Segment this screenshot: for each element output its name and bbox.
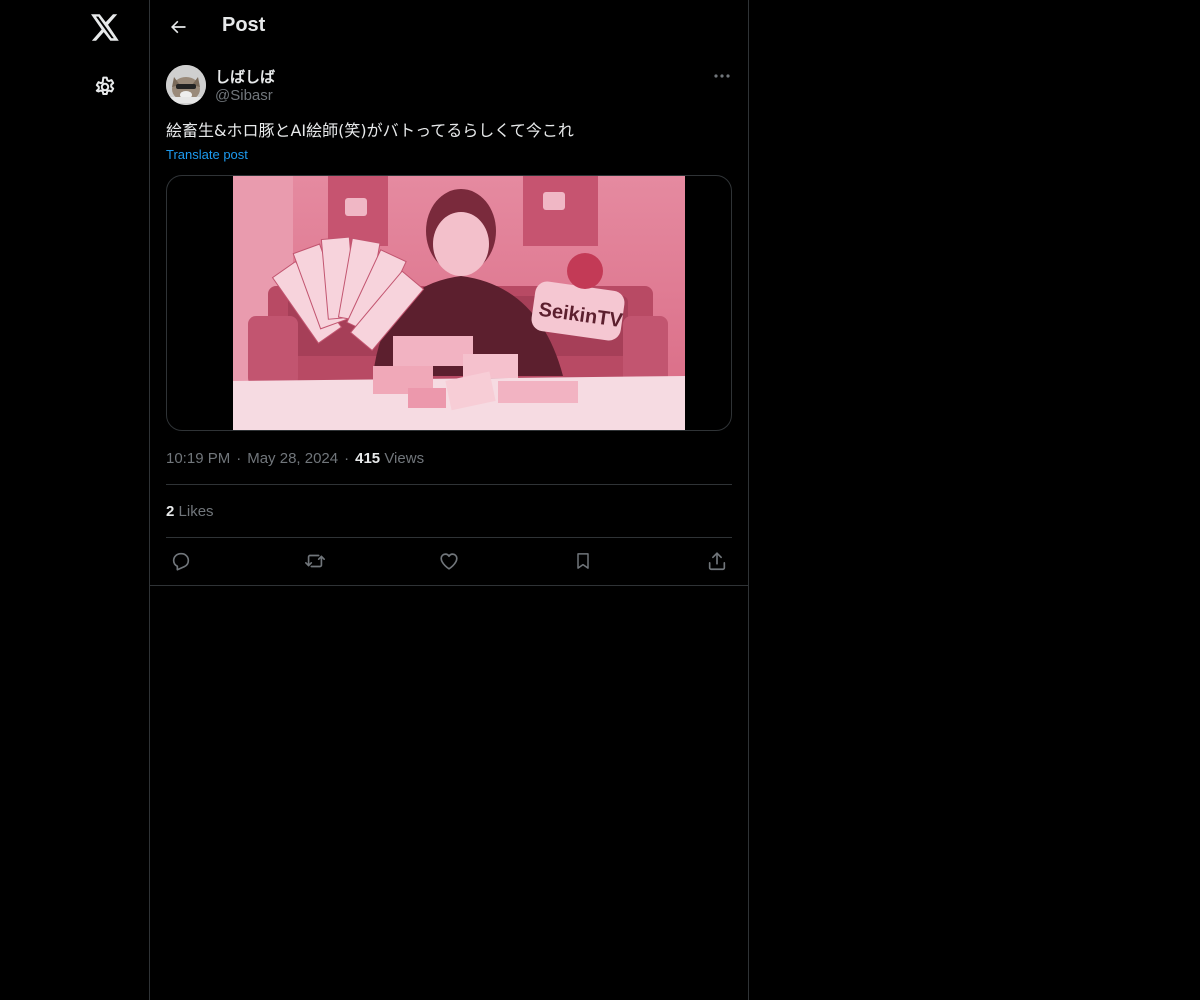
translate-post-link[interactable]: Translate post <box>166 147 248 162</box>
like-button[interactable] <box>435 547 463 575</box>
post-video[interactable]: SeikinTV <box>166 175 732 431</box>
avatar[interactable] <box>166 65 206 105</box>
bookmark-icon <box>577 553 589 569</box>
reply-icon <box>172 552 190 571</box>
arrow-left-icon <box>171 20 186 34</box>
page-header: Post <box>150 0 748 54</box>
divider <box>166 537 732 538</box>
likes-label: Likes <box>178 503 214 520</box>
back-button[interactable] <box>164 13 192 41</box>
meta-separator: · <box>236 450 242 467</box>
repost-icon <box>305 554 325 568</box>
post-meta: 10:19 PM · May 28, 2024 · 415 Views <box>166 450 424 467</box>
meta-separator: · <box>344 450 350 467</box>
x-logo-icon[interactable] <box>90 12 120 42</box>
likes-count-link[interactable]: 2 Likes <box>166 503 214 520</box>
author-name[interactable]: しばしば <box>215 66 275 87</box>
share-icon <box>708 552 726 571</box>
repost-button[interactable] <box>301 547 329 575</box>
post-text: 絵畜生&ホロ豚とAI絵師(笑)がバトってるらしくて今これ <box>166 121 574 140</box>
more-options-button[interactable] <box>710 66 734 86</box>
post-column: Post しばしば @Sibasr 絵畜生&ホロ豚とAI絵師(笑)がバトってるら… <box>149 0 749 1000</box>
heart-icon <box>440 553 458 570</box>
post-actions <box>166 547 732 575</box>
post-date[interactable]: May 28, 2024 <box>247 450 338 467</box>
page-title: Post <box>222 14 266 36</box>
share-button[interactable] <box>703 547 731 575</box>
likes-count: 2 <box>166 503 175 520</box>
app-root: Post しばしば @Sibasr 絵畜生&ホロ豚とAI絵師(笑)がバトってるら… <box>0 0 1200 1000</box>
views-count: 415 <box>355 450 381 467</box>
left-nav <box>0 0 150 1000</box>
divider <box>166 484 732 485</box>
more-dots-icon <box>714 74 730 78</box>
reply-button[interactable] <box>167 547 195 575</box>
views-label: Views <box>384 450 425 467</box>
post-time[interactable]: 10:19 PM <box>166 450 230 467</box>
bookmark-button[interactable] <box>569 547 597 575</box>
video-thumbnail: SeikinTV <box>233 176 685 430</box>
post-bottom-divider <box>150 585 748 586</box>
author-handle[interactable]: @Sibasr <box>215 87 273 104</box>
gear-icon[interactable] <box>91 73 119 101</box>
